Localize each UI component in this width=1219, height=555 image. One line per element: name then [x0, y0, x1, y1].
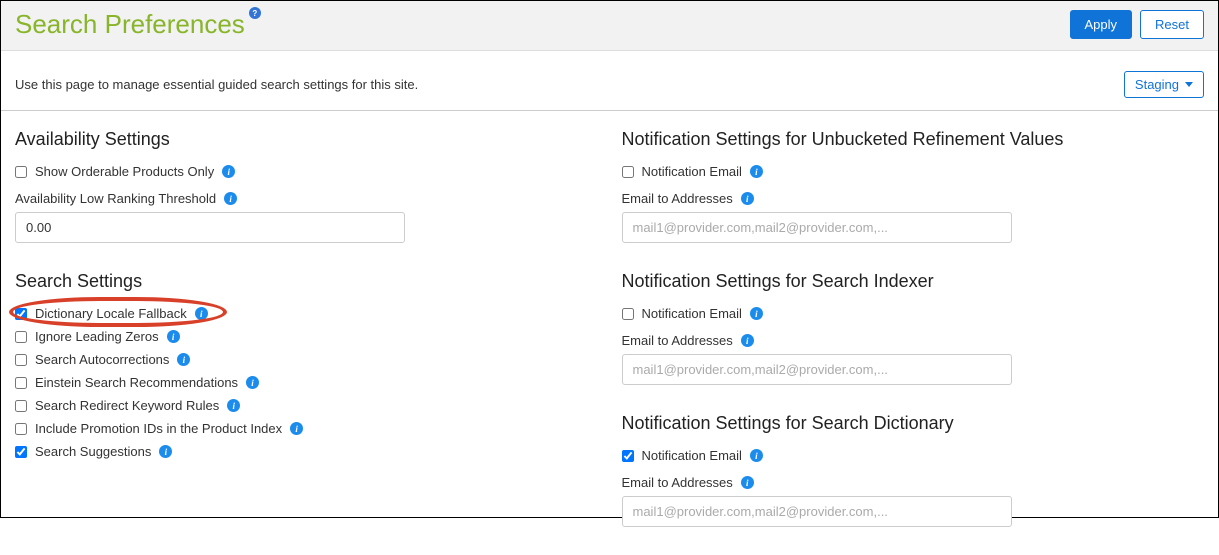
unbucketed-notification-email-label: Notification Email	[642, 164, 742, 179]
search-settings-list: Dictionary Locale Fallback Ignore Leading…	[15, 302, 598, 463]
unbucketed-notification-section: Notification Settings for Unbucketed Ref…	[622, 129, 1205, 243]
search-setting-label: Search Redirect Keyword Rules	[35, 398, 219, 413]
indexer-notification-email-row[interactable]: Notification Email	[622, 302, 1205, 325]
subheader: Use this page to manage essential guided…	[1, 51, 1218, 111]
dictionary-email-to-label: Email to Addresses	[622, 475, 733, 490]
content: Availability Settings Show Orderable Pro…	[1, 111, 1218, 555]
info-icon[interactable]	[227, 399, 240, 412]
unbucketed-notification-email-checkbox[interactable]	[622, 166, 634, 178]
search-settings-heading: Search Settings	[15, 271, 598, 292]
search-setting-label: Search Autocorrections	[35, 352, 169, 367]
dictionary-email-to-label-row: Email to Addresses	[622, 475, 1205, 490]
info-icon[interactable]	[177, 353, 190, 366]
show-orderable-products-label: Show Orderable Products Only	[35, 164, 214, 179]
page-header: Search Preferences Apply Reset	[1, 1, 1218, 51]
search-setting-checkbox[interactable]	[15, 308, 27, 320]
availability-settings-section: Availability Settings Show Orderable Pro…	[15, 129, 598, 243]
help-icon[interactable]	[249, 7, 261, 19]
unbucketed-email-to-label-row: Email to Addresses	[622, 191, 1205, 206]
search-setting-row[interactable]: Ignore Leading Zeros	[15, 325, 598, 348]
unbucketed-email-input[interactable]	[622, 212, 1012, 243]
unbucketed-heading: Notification Settings for Unbucketed Ref…	[622, 129, 1205, 150]
info-icon[interactable]	[750, 449, 763, 462]
info-icon[interactable]	[750, 165, 763, 178]
indexer-email-to-label: Email to Addresses	[622, 333, 733, 348]
search-setting-label: Einstein Search Recommendations	[35, 375, 238, 390]
search-setting-row[interactable]: Dictionary Locale Fallback	[15, 302, 598, 325]
info-icon[interactable]	[741, 192, 754, 205]
info-icon[interactable]	[159, 445, 172, 458]
search-setting-row[interactable]: Search Autocorrections	[15, 348, 598, 371]
low-ranking-threshold-input[interactable]	[15, 212, 405, 243]
unbucketed-notification-email-row[interactable]: Notification Email	[622, 160, 1205, 183]
unbucketed-email-to-label: Email to Addresses	[622, 191, 733, 206]
page-description: Use this page to manage essential guided…	[15, 77, 418, 92]
low-ranking-threshold-label-row: Availability Low Ranking Threshold	[15, 191, 598, 206]
indexer-notification-section: Notification Settings for Search Indexer…	[622, 271, 1205, 385]
dictionary-notification-section: Notification Settings for Search Diction…	[622, 413, 1205, 527]
availability-heading: Availability Settings	[15, 129, 598, 150]
indexer-notification-email-checkbox[interactable]	[622, 308, 634, 320]
right-column: Notification Settings for Unbucketed Ref…	[622, 129, 1205, 555]
search-setting-checkbox[interactable]	[15, 400, 27, 412]
info-icon[interactable]	[741, 476, 754, 489]
search-setting-label: Search Suggestions	[35, 444, 151, 459]
search-setting-row[interactable]: Einstein Search Recommendations	[15, 371, 598, 394]
info-icon[interactable]	[195, 307, 208, 320]
chevron-down-icon	[1185, 82, 1193, 87]
indexer-heading: Notification Settings for Search Indexer	[622, 271, 1205, 292]
search-settings-section: Search Settings Dictionary Locale Fallba…	[15, 271, 598, 463]
search-setting-checkbox[interactable]	[15, 331, 27, 343]
info-icon[interactable]	[222, 165, 235, 178]
search-setting-label: Include Promotion IDs in the Product Ind…	[35, 421, 282, 436]
indexer-notification-email-label: Notification Email	[642, 306, 742, 321]
search-setting-checkbox[interactable]	[15, 377, 27, 389]
dictionary-heading: Notification Settings for Search Diction…	[622, 413, 1205, 434]
left-column: Availability Settings Show Orderable Pro…	[15, 129, 598, 555]
search-setting-checkbox[interactable]	[15, 446, 27, 458]
info-icon[interactable]	[167, 330, 180, 343]
info-icon[interactable]	[224, 192, 237, 205]
dictionary-notification-email-row[interactable]: Notification Email	[622, 444, 1205, 467]
info-icon[interactable]	[750, 307, 763, 320]
search-setting-label: Dictionary Locale Fallback	[35, 306, 187, 321]
header-buttons: Apply Reset	[1070, 10, 1205, 39]
dictionary-notification-email-checkbox[interactable]	[622, 450, 634, 462]
search-setting-checkbox[interactable]	[15, 423, 27, 435]
search-setting-row[interactable]: Search Redirect Keyword Rules	[15, 394, 598, 417]
page-title: Search Preferences	[15, 9, 261, 40]
page-title-text: Search Preferences	[15, 9, 245, 40]
indexer-email-input[interactable]	[622, 354, 1012, 385]
show-orderable-products-checkbox[interactable]	[15, 166, 27, 178]
apply-button[interactable]: Apply	[1070, 10, 1133, 39]
search-setting-row[interactable]: Search Suggestions	[15, 440, 598, 463]
dictionary-email-input[interactable]	[622, 496, 1012, 527]
search-setting-row[interactable]: Include Promotion IDs in the Product Ind…	[15, 417, 598, 440]
dictionary-notification-email-label: Notification Email	[642, 448, 742, 463]
reset-button[interactable]: Reset	[1140, 10, 1204, 39]
info-icon[interactable]	[246, 376, 259, 389]
search-setting-label: Ignore Leading Zeros	[35, 329, 159, 344]
environment-dropdown[interactable]: Staging	[1124, 71, 1204, 98]
low-ranking-threshold-label: Availability Low Ranking Threshold	[15, 191, 216, 206]
show-orderable-products-row[interactable]: Show Orderable Products Only	[15, 160, 598, 183]
info-icon[interactable]	[741, 334, 754, 347]
info-icon[interactable]	[290, 422, 303, 435]
indexer-email-to-label-row: Email to Addresses	[622, 333, 1205, 348]
environment-dropdown-label: Staging	[1135, 77, 1179, 92]
search-setting-checkbox[interactable]	[15, 354, 27, 366]
